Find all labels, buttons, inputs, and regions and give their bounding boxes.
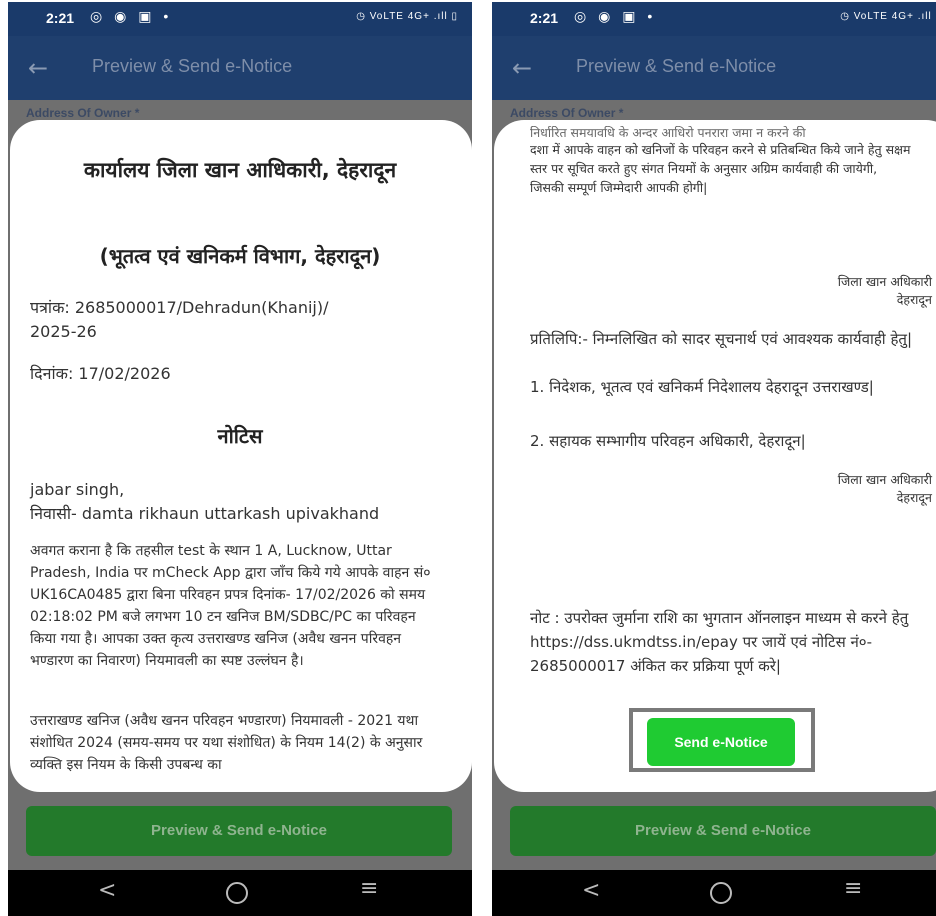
nav-menu-icon[interactable]: ≡ xyxy=(844,876,862,901)
address-field-label: Address Of Owner * xyxy=(26,106,140,120)
nav-back-icon[interactable]: < xyxy=(582,878,600,903)
nav-home-icon[interactable] xyxy=(226,882,248,904)
notice-preview-modal[interactable]: कार्यालय जिला खान आधिकारी, देहरादून (भूत… xyxy=(10,120,472,792)
signal-icons: ◷ VoLTE 4G+ .ıll ▯ xyxy=(356,11,458,22)
phone-screen-right: 2:21 ◎ ◉ ▣ • ◷ VoLTE 4G+ .ıll ▯ ← Previe… xyxy=(492,2,936,916)
reference-number: पत्रांक: 2685000017/Dehradun(Khanij)/ xyxy=(30,298,329,317)
nav-back-icon[interactable]: < xyxy=(98,878,116,903)
notice-paragraph-1: अवगत कराना है कि तहसील test के स्थान 1 A… xyxy=(30,543,431,669)
back-arrow-icon[interactable]: ← xyxy=(28,54,48,82)
app-title: Preview & Send e-Notice xyxy=(92,56,293,76)
status-time: 2:21 xyxy=(46,10,75,26)
preview-send-button[interactable]: Preview & Send e-Notice xyxy=(510,806,936,856)
office-title: कार्यालय जिला खान आधिकारी, देहरादून xyxy=(83,158,397,182)
status-bar: 2:21 ◎ ◉ ▣ • ◷ VoLTE 4G+ .ıll ▯ xyxy=(8,2,472,36)
nav-home-icon[interactable] xyxy=(710,882,732,904)
notification-icons: ◎ ◉ ▣ • xyxy=(90,8,173,24)
signature-place: देहरादून xyxy=(896,490,932,505)
notice-preview-modal[interactable]: निर्धारित समयावधि के अन्दर आधिरो पनरारा … xyxy=(494,120,936,792)
copy-to-item-1: 1. निदेशक, भूतत्व एवं खनिकर्म निदेशालय द… xyxy=(530,378,874,396)
address-field-label: Address Of Owner * xyxy=(510,106,624,120)
app-bar: ← Preview & Send e-Notice xyxy=(492,36,936,100)
department-title: (भूतत्व एवं खनिकर्म विभाग, देहरादून) xyxy=(99,244,381,268)
back-arrow-icon[interactable]: ← xyxy=(512,54,532,82)
notice-heading: नोटिस xyxy=(217,424,263,448)
signature-title: जिला खान अधिकारी xyxy=(837,472,932,487)
preview-send-button[interactable]: Preview & Send e-Notice xyxy=(26,806,452,856)
signal-icons: ◷ VoLTE 4G+ .ıll ▯ xyxy=(840,11,936,22)
app-bar: ← Preview & Send e-Notice xyxy=(8,36,472,100)
payment-note: नोट : उपरोक्त जुर्माना राशि का भुगतान ऑन… xyxy=(530,609,909,675)
signature-title: जिला खान अधिकारी xyxy=(837,274,932,289)
signature-place: देहरादून xyxy=(896,292,932,307)
send-e-notice-button[interactable]: Send e-Notice xyxy=(647,718,795,766)
phone-screen-left: 2:21 ◎ ◉ ▣ • ◷ VoLTE 4G+ .ıll ▯ ← Previe… xyxy=(8,2,472,916)
notice-date: दिनांक: 17/02/2026 xyxy=(30,364,171,383)
notice-paragraph-end: दशा में आपके वाहन को खनिजों के परिवहन कर… xyxy=(530,142,911,195)
reference-year: 2025-26 xyxy=(30,322,97,341)
nav-menu-icon[interactable]: ≡ xyxy=(360,876,378,901)
recipient-address: निवासी- damta rikhaun uttarkash upivakha… xyxy=(30,504,380,523)
copy-to-heading: प्रतिलिपि:- निम्नलिखित को सादर सूचनार्थ … xyxy=(530,330,913,348)
status-bar: 2:21 ◎ ◉ ▣ • ◷ VoLTE 4G+ .ıll ▯ xyxy=(492,2,936,36)
status-time: 2:21 xyxy=(530,10,559,26)
notification-icons: ◎ ◉ ▣ • xyxy=(574,8,657,24)
clipped-text-line: निर्धारित समयावधि के अन्दर आधिरो पनरारा … xyxy=(530,126,806,139)
notice-paragraph-2: उत्तराखण्ड खनिज (अवैध खनन परिवहन भण्डारण… xyxy=(30,713,423,773)
system-nav-bar: < ≡ xyxy=(492,870,936,916)
recipient-name: jabar singh, xyxy=(30,480,125,499)
app-title: Preview & Send e-Notice xyxy=(576,56,777,76)
system-nav-bar: < ≡ xyxy=(8,870,472,916)
copy-to-item-2: 2. सहायक सम्भागीय परिवहन अधिकारी, देहराद… xyxy=(530,432,806,450)
send-button-highlight: Send e-Notice xyxy=(629,708,815,772)
